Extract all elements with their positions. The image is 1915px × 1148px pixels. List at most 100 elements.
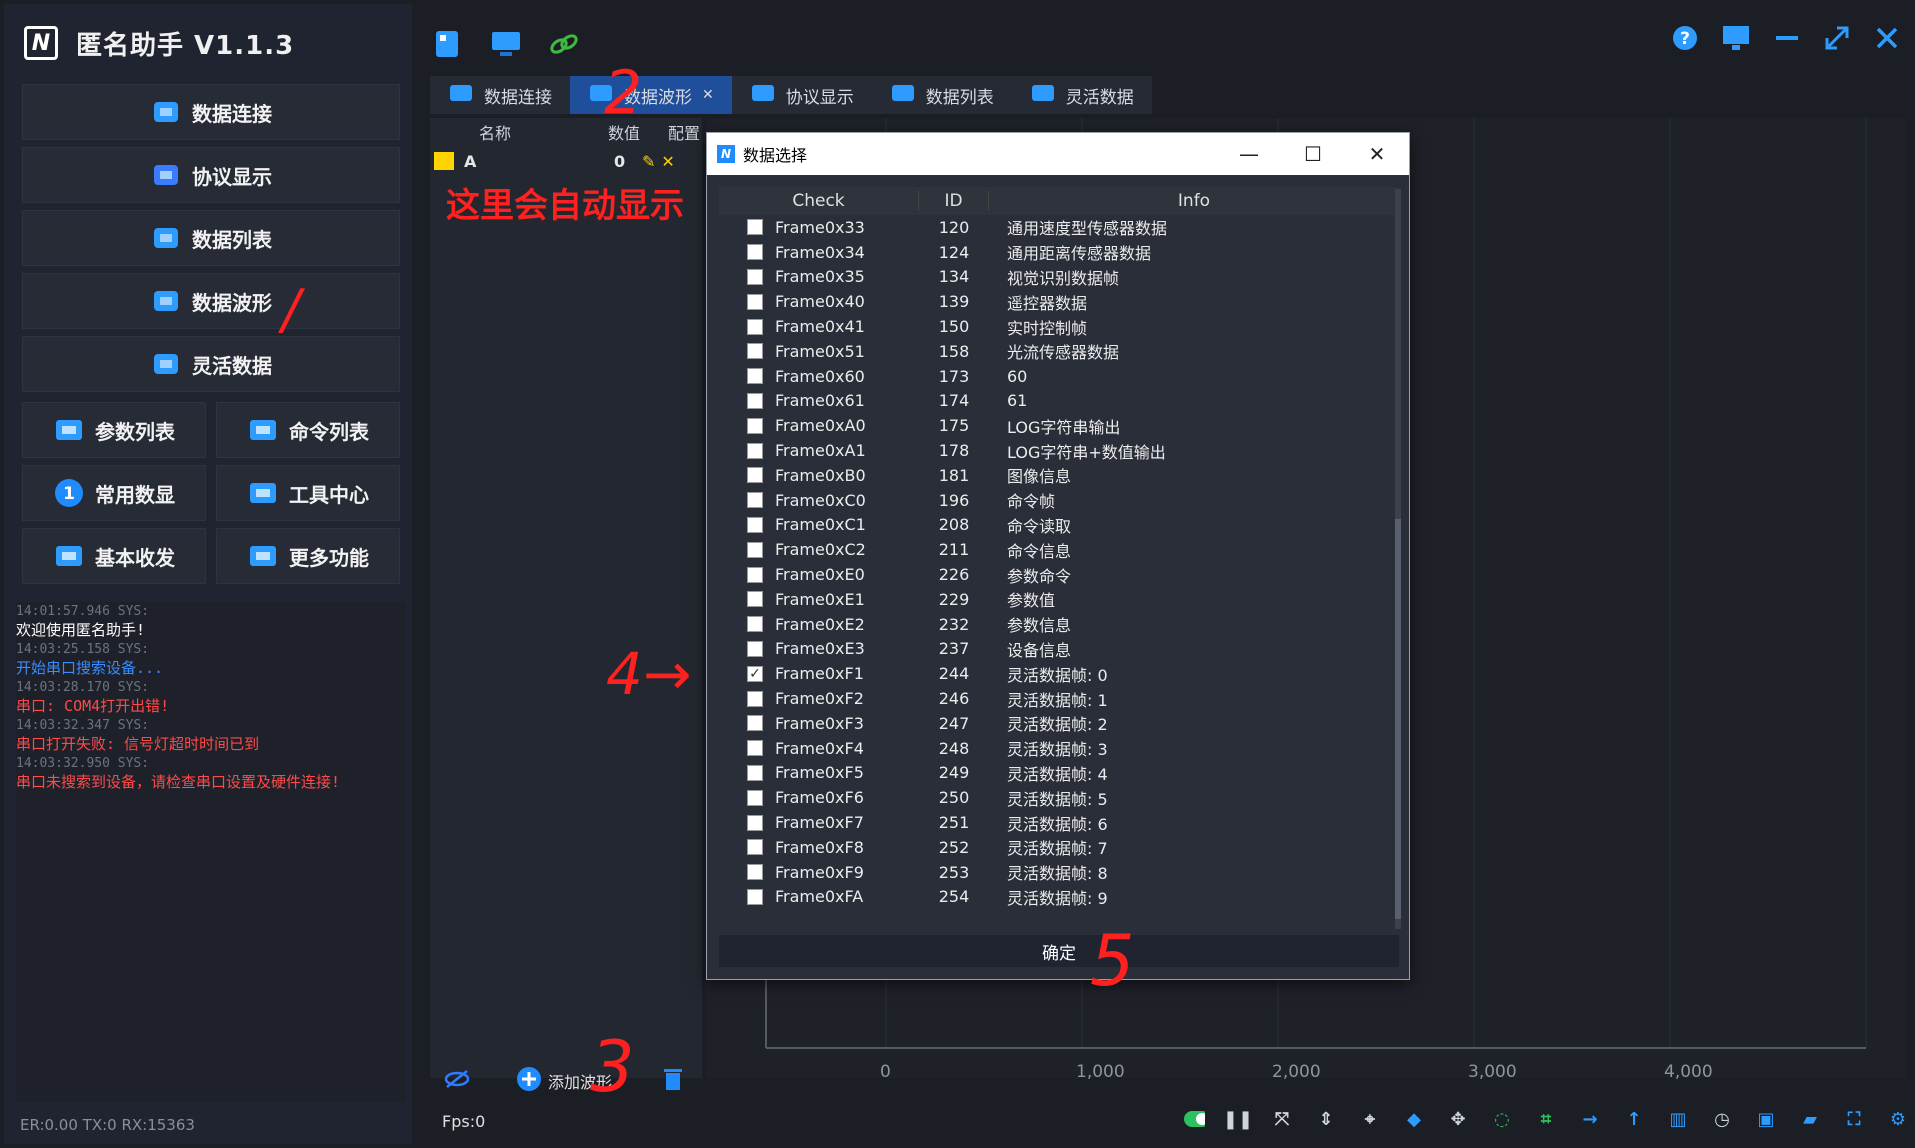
checkbox[interactable] [747, 715, 763, 732]
checkbox[interactable] [747, 268, 763, 285]
table-row[interactable]: Frame0xF3 247 灵活数据帧: 2 [719, 711, 1399, 736]
sidebar-item-4[interactable]: 灵活数据 [22, 336, 400, 392]
monitor-icon[interactable] [488, 27, 524, 61]
table-row[interactable]: Frame0xE2 232 参数信息 [719, 612, 1399, 637]
crop-icon[interactable]: ⌗ [1535, 1108, 1557, 1130]
device-icon[interactable] [430, 27, 466, 61]
dialog-minimize-icon[interactable]: — [1217, 142, 1281, 166]
checkbox[interactable] [747, 640, 763, 657]
table-row[interactable]: Frame0x35 134 视觉识别数据帧 [719, 265, 1399, 290]
tab-1[interactable]: 数据波形 ✕ [570, 76, 732, 114]
link-icon[interactable] [546, 27, 582, 61]
trash-icon[interactable] [662, 1066, 684, 1096]
save-icon[interactable]: ▣ [1755, 1108, 1777, 1130]
checkbox[interactable] [747, 318, 763, 335]
table-row[interactable]: Frame0x33 120 通用速度型传感器数据 [719, 215, 1399, 240]
folder-icon[interactable]: ▰ [1799, 1108, 1821, 1130]
sidebar-small-item-0[interactable]: 参数列表 [22, 402, 206, 458]
checkbox[interactable] [747, 219, 763, 236]
checkbox[interactable] [747, 516, 763, 533]
table-row[interactable]: ✓ Frame0xF1 244 灵活数据帧: 0 [719, 661, 1399, 686]
table-row[interactable]: Frame0x41 150 实时控制帧 [719, 314, 1399, 339]
table-row[interactable]: Frame0xC1 208 命令读取 [719, 513, 1399, 538]
toggle-icon[interactable] [1183, 1108, 1205, 1130]
sidebar-small-item-1[interactable]: 命令列表 [216, 402, 400, 458]
log-console[interactable]: 14:01:57.946 SYS: 欢迎使用匿名助手! 14:03:25.158 S… [16, 602, 406, 1102]
select-icon[interactable]: ◌ [1491, 1108, 1513, 1130]
checkbox[interactable] [747, 244, 763, 261]
tab-2[interactable]: 协议显示 [732, 76, 872, 114]
clock-icon[interactable]: ◷ [1711, 1108, 1733, 1130]
checkbox[interactable] [747, 591, 763, 608]
table-row[interactable]: Frame0xC2 211 命令信息 [719, 537, 1399, 562]
scrollbar-thumb[interactable] [1395, 519, 1401, 919]
table-row[interactable]: Frame0xA0 175 LOG字符串输出 [719, 413, 1399, 438]
table-row[interactable]: Frame0xF7 251 灵活数据帧: 6 [719, 810, 1399, 835]
checkbox[interactable] [747, 864, 763, 881]
pause-icon[interactable]: ❚❚ [1223, 1108, 1253, 1130]
table-row[interactable]: Frame0xE1 229 参数值 [719, 587, 1399, 612]
table-row[interactable]: Frame0xF6 250 灵活数据帧: 5 [719, 785, 1399, 810]
tag-icon[interactable]: ◆ [1403, 1108, 1425, 1130]
checkbox[interactable] [747, 616, 763, 633]
table-row[interactable]: Frame0xF2 246 灵活数据帧: 1 [719, 686, 1399, 711]
arrow-up-icon[interactable]: ↑ [1623, 1108, 1645, 1130]
table-row[interactable]: Frame0xF8 252 灵活数据帧: 7 [719, 835, 1399, 860]
tab-0[interactable]: 数据连接 [430, 76, 570, 114]
tab-3[interactable]: 数据列表 [872, 76, 1012, 114]
sidebar-item-1[interactable]: 协议显示 [22, 147, 400, 203]
checkbox[interactable] [747, 541, 763, 558]
settings-icon[interactable]: ⚙ [1887, 1108, 1909, 1130]
wrench-icon[interactable]: ✎ [642, 152, 655, 171]
table-row[interactable]: Frame0x40 139 遥控器数据 [719, 289, 1399, 314]
checkbox[interactable] [747, 417, 763, 434]
target-icon[interactable]: ⌖ [1359, 1108, 1381, 1130]
sidebar-small-item-4[interactable]: 基本收发 [22, 528, 206, 584]
table-row[interactable]: Frame0xC0 196 命令帧 [719, 488, 1399, 513]
table-row[interactable]: Frame0xB0 181 图像信息 [719, 463, 1399, 488]
remove-icon[interactable]: ✕ [661, 152, 674, 171]
wave-row[interactable]: A 0 ✎ ✕ [430, 146, 702, 176]
table-row[interactable]: Frame0xA1 178 LOG字符串+数值输出 [719, 438, 1399, 463]
sidebar-item-2[interactable]: 数据列表 [22, 210, 400, 266]
checkbox[interactable] [747, 839, 763, 856]
sidebar-item-3[interactable]: 数据波形 [22, 273, 400, 329]
checkbox[interactable] [747, 764, 763, 781]
table-row[interactable]: Frame0xFA 254 灵活数据帧: 9 [719, 885, 1399, 910]
checkbox[interactable] [747, 566, 763, 583]
table-row[interactable]: Frame0xE0 226 参数命令 [719, 562, 1399, 587]
checkbox[interactable] [747, 442, 763, 459]
arrow-right-icon[interactable]: → [1579, 1108, 1601, 1130]
ok-button[interactable]: 确定 [719, 935, 1399, 967]
table-row[interactable]: Frame0x60 173 60 [719, 364, 1399, 389]
sidebar-small-item-2[interactable]: 1 常用数显 [22, 465, 206, 521]
checkbox[interactable] [747, 293, 763, 310]
scrollbar[interactable] [1395, 189, 1401, 929]
screen-icon[interactable] [1721, 24, 1751, 56]
checkbox[interactable] [747, 368, 763, 385]
table-row[interactable]: Frame0xE3 237 设备信息 [719, 637, 1399, 662]
maximize-icon[interactable] [1823, 24, 1851, 56]
dialog-close-icon[interactable]: ✕ [1345, 142, 1409, 166]
close-icon[interactable] [1873, 24, 1901, 56]
table-row[interactable]: Frame0xF5 249 灵活数据帧: 4 [719, 761, 1399, 786]
move-icon[interactable]: ✥ [1447, 1108, 1469, 1130]
wave-color-swatch[interactable] [434, 152, 454, 170]
vertical-scale-icon[interactable]: ⇕ [1315, 1108, 1337, 1130]
dialog-maximize-icon[interactable]: ☐ [1281, 142, 1345, 166]
checkbox[interactable] [747, 343, 763, 360]
sidebar-small-item-5[interactable]: 更多功能 [216, 528, 400, 584]
table-row[interactable]: Frame0x34 124 通用距离传感器数据 [719, 240, 1399, 265]
table-row[interactable]: Frame0x61 174 61 [719, 389, 1399, 414]
table-row[interactable]: Frame0xF9 253 灵活数据帧: 8 [719, 860, 1399, 885]
checkbox-checked[interactable]: ✓ [747, 665, 763, 682]
delete-icon[interactable]: ▥ [1667, 1108, 1689, 1130]
minimize-icon[interactable] [1773, 24, 1801, 56]
checkbox[interactable] [747, 888, 763, 905]
checkbox[interactable] [747, 492, 763, 509]
visibility-icon[interactable] [444, 1068, 470, 1094]
checkbox[interactable] [747, 392, 763, 409]
screenshot-icon[interactable]: ⛶ [1843, 1108, 1865, 1130]
tab-4[interactable]: 灵活数据 [1012, 76, 1152, 114]
checkbox[interactable] [747, 740, 763, 757]
